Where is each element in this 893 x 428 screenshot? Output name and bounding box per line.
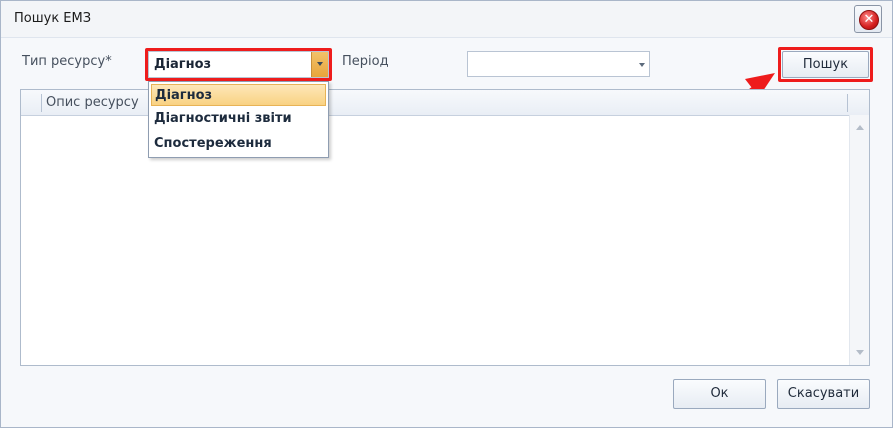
dialog-title: Пошук ЕМЗ xyxy=(14,11,92,26)
title-bar: Пошук ЕМЗ ✕ xyxy=(1,1,892,38)
close-button[interactable]: ✕ xyxy=(854,5,882,33)
close-icon: ✕ xyxy=(859,10,879,30)
cancel-button[interactable]: Скасувати xyxy=(777,379,870,409)
period-select[interactable] xyxy=(467,51,650,77)
scroll-up-icon[interactable] xyxy=(856,125,864,130)
vertical-scrollbar[interactable] xyxy=(849,115,869,365)
resource-type-dropdown: Діагноз Діагностичні звіти Спостереження xyxy=(148,81,329,158)
dropdown-option-diagnostic-reports[interactable]: Діагностичні звіти xyxy=(151,108,326,130)
ok-button[interactable]: Ок xyxy=(673,379,766,409)
dropdown-option-diagnosis[interactable]: Діагноз xyxy=(151,84,326,106)
dropdown-option-observations[interactable]: Спостереження xyxy=(151,133,326,155)
highlight-frame-resource-type xyxy=(145,48,332,81)
highlight-frame-search xyxy=(778,47,873,82)
search-emz-dialog: Пошук ЕМЗ ✕ Тип ресурсу* Діагноз Період … xyxy=(0,0,893,428)
period-label: Період xyxy=(342,54,389,69)
resource-type-label: Тип ресурсу* xyxy=(22,54,112,69)
column-header-resource-description[interactable]: Опис ресурсу xyxy=(46,95,139,110)
scroll-down-icon[interactable] xyxy=(856,350,864,355)
